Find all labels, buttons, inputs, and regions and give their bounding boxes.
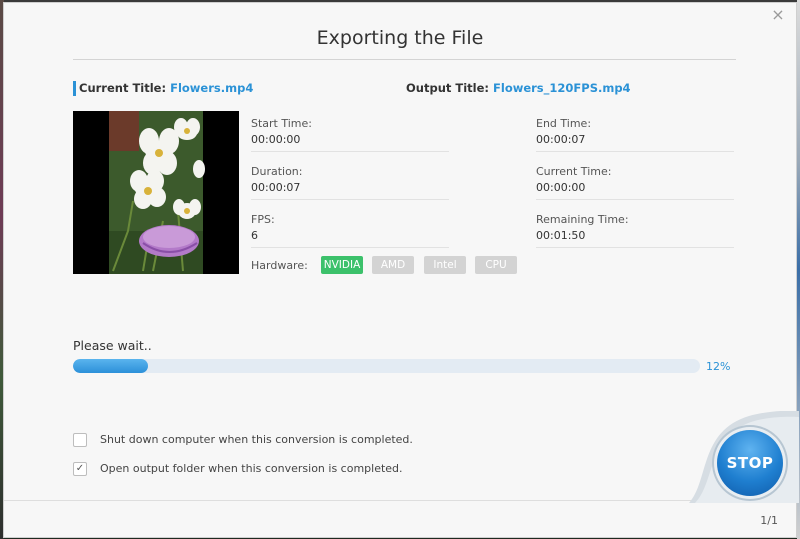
remaining-time-label: Remaining Time: (536, 213, 629, 226)
export-dialog: × Exporting the File Current Title: Flowe… (3, 2, 799, 538)
start-time-field: Start Time: 00:00:00 (251, 113, 449, 152)
current-time-value: 00:00:00 (536, 181, 586, 194)
hardware-cpu-button[interactable]: CPU (475, 256, 517, 274)
current-title: Current Title: Flowers.mp4 (73, 81, 253, 96)
current-time-label: Current Time: (536, 165, 612, 178)
close-icon[interactable]: × (770, 7, 786, 23)
title-divider (73, 59, 736, 60)
output-title-label: Output Title: (406, 81, 490, 95)
remaining-time-value: 00:01:50 (536, 229, 586, 242)
duration-field: Duration: 00:00:07 (251, 161, 449, 200)
pagination: 1/1 (760, 514, 778, 527)
hardware-amd-button[interactable]: AMD (372, 256, 414, 274)
progress-status: Please wait.. (73, 338, 152, 353)
current-title-value: Flowers.mp4 (170, 81, 254, 95)
progress-bar (73, 359, 700, 373)
stop-button[interactable]: STOP (717, 430, 783, 496)
fps-field: FPS: 6 (251, 209, 449, 248)
duration-label: Duration: (251, 165, 303, 178)
hardware-nvidia-button[interactable]: NVIDIA (321, 256, 363, 274)
shutdown-option-label: Shut down computer when this conversion … (100, 433, 413, 446)
open-folder-option-label: Open output folder when this conversion … (100, 462, 403, 475)
dialog-title: Exporting the File (316, 27, 484, 49)
video-thumbnail (73, 111, 239, 274)
progress-percent: 12% (706, 360, 731, 373)
start-time-value: 00:00:00 (251, 133, 301, 146)
flowers-preview-image (73, 111, 239, 274)
footer-divider (4, 500, 796, 501)
start-time-label: Start Time: (251, 117, 312, 130)
output-title: Output Title: Flowers_120FPS.mp4 (406, 81, 631, 96)
end-time-field: End Time: 00:00:07 (536, 113, 734, 152)
fps-label: FPS: (251, 213, 275, 226)
fps-value: 6 (251, 229, 258, 242)
end-time-value: 00:00:07 (536, 133, 586, 146)
current-time-field: Current Time: 00:00:00 (536, 161, 734, 200)
hardware-intel-button[interactable]: Intel (424, 256, 466, 274)
output-title-value: Flowers_120FPS.mp4 (493, 81, 631, 95)
progress-fill (73, 359, 149, 373)
shutdown-checkbox[interactable] (73, 433, 87, 447)
remaining-time-field: Remaining Time: 00:01:50 (536, 209, 734, 248)
duration-value: 00:00:07 (251, 181, 301, 194)
current-title-label: Current Title: (79, 81, 167, 95)
end-time-label: End Time: (536, 117, 592, 130)
open-folder-checkbox[interactable]: ✓ (73, 462, 87, 476)
stop-button-container: STOP (689, 411, 799, 503)
hardware-label: Hardware: (251, 259, 308, 272)
